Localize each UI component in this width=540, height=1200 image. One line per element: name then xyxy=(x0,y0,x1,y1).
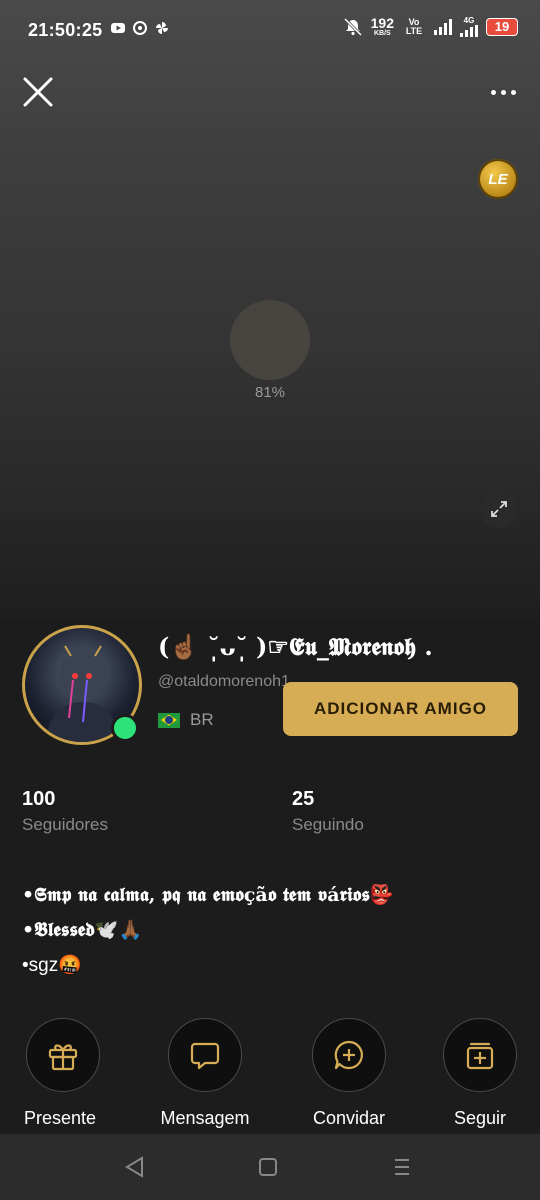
following-label: Seguindo xyxy=(292,815,364,834)
follow-button[interactable]: Seguir xyxy=(443,1018,517,1129)
network-type: 4G xyxy=(460,16,478,37)
follow-button-circle[interactable] xyxy=(443,1018,517,1092)
profile-actions: Presente Mensagem Convidar Seguir xyxy=(0,1018,540,1132)
followers-label: Seguidores xyxy=(22,815,109,834)
pinwheel-icon xyxy=(156,22,168,34)
online-status-indicator xyxy=(111,714,139,742)
status-notification-icons xyxy=(110,20,170,36)
system-navigation-bar xyxy=(0,1134,540,1200)
gift-button-circle[interactable] xyxy=(26,1018,100,1092)
bio-line: •sgz🤬 xyxy=(22,955,82,976)
speed-unit: KB/S xyxy=(373,30,391,37)
message-button-circle[interactable] xyxy=(168,1018,242,1092)
network-speed: 192 KB/S xyxy=(371,16,394,37)
status-time: 21:50:25 xyxy=(28,20,103,40)
gift-label: Presente xyxy=(23,1108,97,1128)
loading-percent: 81% xyxy=(254,384,286,401)
bio-line: •𝕭𝖑𝖊𝖘𝖘𝖊𝖉🕊️🙏🏾 xyxy=(22,919,143,941)
home-icon[interactable] xyxy=(253,1154,283,1180)
message-label: Mensagem xyxy=(160,1108,250,1128)
display-name: (☝🏾 ˘̩̩̩ᴗ˘̩̩̩ )☞𝕰𝖚_𝕸𝖔𝖗𝖊𝖓𝖔𝖍 . xyxy=(158,632,433,661)
invite-icon xyxy=(334,1040,363,1070)
followers-stat[interactable]: 100 Seguidores xyxy=(22,788,108,835)
status-bar: 21:50:25 192 KB/S Vo LTE 4G 19 xyxy=(0,0,540,62)
followers-count: 100 xyxy=(22,788,56,810)
bio-line: •𝕾𝖒𝖕 𝖓𝖆 𝖈𝖆𝖑𝖒𝖆, 𝖕𝖖 𝖓𝖆 𝖊𝖒𝖔çã𝖔 𝖙𝖊𝖒 𝖛á𝖗𝖎𝖔𝖘👺 xyxy=(22,884,394,906)
signal-icon xyxy=(434,18,452,35)
badge-text: LE xyxy=(488,170,508,188)
brazil-flag-icon xyxy=(158,712,180,728)
gift-icon xyxy=(48,1044,78,1071)
more-options-icon[interactable] xyxy=(486,80,520,104)
message-icon xyxy=(190,1042,220,1070)
status-system-icons: 192 KB/S Vo LTE 4G 19 xyxy=(343,16,518,37)
add-friend-button[interactable]: ADICIONAR AMIGO xyxy=(283,682,518,736)
expand-button[interactable] xyxy=(480,490,518,528)
username: @otaldomorenoh1 xyxy=(158,673,290,690)
volte-indicator: Vo LTE xyxy=(405,16,423,36)
expand-icon xyxy=(491,501,507,517)
invite-button-circle[interactable] xyxy=(312,1018,386,1092)
recents-icon[interactable] xyxy=(387,1154,417,1180)
following-stat[interactable]: 25 Seguindo xyxy=(292,788,364,835)
back-icon[interactable] xyxy=(120,1154,150,1180)
bio: •𝕾𝖒𝖕 𝖓𝖆 𝖈𝖆𝖑𝖒𝖆, 𝖕𝖖 𝖓𝖆 𝖊𝖒𝖔çã𝖔 𝖙𝖊𝖒 𝖛á𝖗𝖎𝖔𝖘👺 … xyxy=(22,878,393,983)
invite-label: Convidar xyxy=(312,1108,386,1128)
signal-icon-2 xyxy=(460,25,478,37)
follow-icon xyxy=(466,1042,494,1070)
following-count: 25 xyxy=(292,788,315,810)
close-icon[interactable] xyxy=(20,74,56,110)
level-badge[interactable]: LE xyxy=(478,159,518,199)
country-code: BR xyxy=(190,710,214,729)
message-button[interactable]: Mensagem xyxy=(160,1018,250,1129)
speed-value: 192 xyxy=(370,15,394,31)
gift-button[interactable]: Presente xyxy=(23,1018,100,1129)
app-notification-icon xyxy=(133,21,147,35)
youtube-icon xyxy=(111,23,125,33)
follow-label: Seguir xyxy=(453,1108,507,1128)
loading-spinner xyxy=(230,300,310,380)
battery-indicator: 19 xyxy=(486,17,518,36)
invite-button[interactable]: Convidar xyxy=(312,1018,386,1129)
network-type-label: 4G xyxy=(463,16,475,25)
country: BR xyxy=(158,710,214,730)
mute-icon xyxy=(343,17,362,36)
